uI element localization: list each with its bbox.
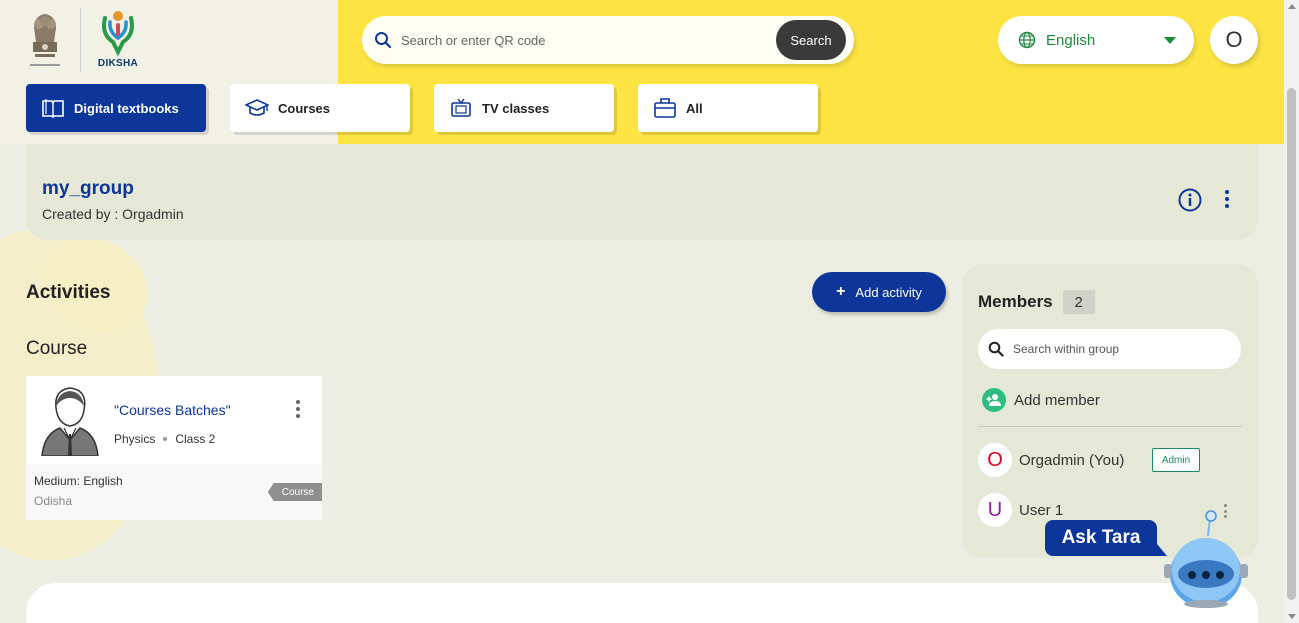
search-icon xyxy=(988,341,1004,357)
page-scrollbar[interactable] xyxy=(1284,0,1299,623)
add-user-icon xyxy=(982,388,1006,412)
course-card-footer: Medium: English Odisha Course xyxy=(26,464,322,520)
course-grade: Class 2 xyxy=(175,432,216,446)
globe-icon xyxy=(1018,31,1036,49)
national-emblem-icon xyxy=(30,14,60,66)
tab-label: Courses xyxy=(278,100,331,116)
info-icon[interactable] xyxy=(1178,188,1202,212)
diksha-logo-icon xyxy=(102,11,134,56)
members-search-bar[interactable] xyxy=(978,329,1241,369)
members-divider xyxy=(978,426,1242,427)
scrollbar-thumb[interactable] xyxy=(1287,88,1296,600)
graduation-cap-icon xyxy=(244,96,270,120)
diksha-logo[interactable]: DIKSHA xyxy=(97,8,139,72)
member-name: Orgadmin (You) xyxy=(1019,451,1125,469)
add-member-label: Add member xyxy=(1014,391,1100,409)
search-bar[interactable]: Search xyxy=(362,16,854,64)
course-thumbnail xyxy=(41,387,99,456)
course-section-heading: Course xyxy=(26,338,88,359)
ask-tara-button[interactable]: Ask Tara xyxy=(1045,520,1167,556)
group-menu-icon[interactable] xyxy=(1223,190,1231,208)
members-count-badge: 2 xyxy=(1062,290,1095,314)
diksha-logo-text: DIKSHA xyxy=(97,58,139,69)
group-header: my_group Created by : Orgadmin xyxy=(26,144,1258,240)
bag-icon xyxy=(652,96,678,120)
plus-icon: + xyxy=(836,283,846,300)
tab-digital-textbooks[interactable]: Digital textbooks xyxy=(26,84,206,132)
search-button[interactable]: Search xyxy=(776,20,846,60)
robot-icon[interactable] xyxy=(1162,508,1248,608)
tab-label: TV classes xyxy=(482,100,550,116)
group-title: my_group xyxy=(42,178,134,199)
group-created-by: Created by : Orgadmin xyxy=(42,206,184,222)
course-title[interactable]: "Courses Batches" xyxy=(114,402,231,418)
member-name: User 1 xyxy=(1019,501,1064,519)
tv-icon xyxy=(448,96,474,120)
members-title: Members xyxy=(978,292,1053,311)
tab-label: Digital textbooks xyxy=(74,100,179,116)
course-subject: Physics xyxy=(114,432,156,446)
member-item[interactable]: O Orgadmin (You) xyxy=(978,443,1124,477)
tab-label: All xyxy=(686,100,703,116)
members-search-input[interactable] xyxy=(1013,342,1168,356)
add-member-button[interactable]: Add member xyxy=(982,388,1100,412)
member-avatar: U xyxy=(978,493,1012,527)
separator-dot xyxy=(163,437,168,441)
bottom-panel xyxy=(26,583,1258,623)
course-card[interactable]: "Courses Batches" Physics Class 2 Medium… xyxy=(26,376,322,520)
tab-courses[interactable]: Courses xyxy=(230,84,410,132)
activities-heading: Activities xyxy=(26,282,111,303)
tab-tv-classes[interactable]: TV classes xyxy=(434,84,614,132)
course-meta: Physics Class 2 xyxy=(114,432,215,446)
search-icon xyxy=(375,32,392,49)
book-icon xyxy=(40,96,66,120)
tab-all[interactable]: All xyxy=(638,84,818,132)
scroll-up-arrow-icon[interactable] xyxy=(1288,4,1296,9)
members-heading: Members 2 xyxy=(978,290,1095,314)
member-avatar: O xyxy=(978,443,1012,477)
add-activity-label: Add activity xyxy=(855,284,922,300)
course-board: Odisha xyxy=(34,494,73,508)
language-label: English xyxy=(1046,31,1096,49)
logo-area: DIKSHA xyxy=(26,8,139,72)
course-type-badge: Course xyxy=(267,483,322,501)
scroll-down-arrow-icon[interactable] xyxy=(1288,614,1296,619)
logo-divider xyxy=(80,8,81,72)
user-avatar[interactable]: O xyxy=(1210,16,1258,64)
add-activity-button[interactable]: + Add activity xyxy=(812,272,946,312)
admin-badge: Admin xyxy=(1152,448,1200,472)
chevron-down-icon xyxy=(1164,36,1176,44)
course-medium: Medium: English xyxy=(34,474,123,488)
course-menu-icon[interactable] xyxy=(295,400,300,418)
language-selector[interactable]: English xyxy=(998,16,1194,64)
